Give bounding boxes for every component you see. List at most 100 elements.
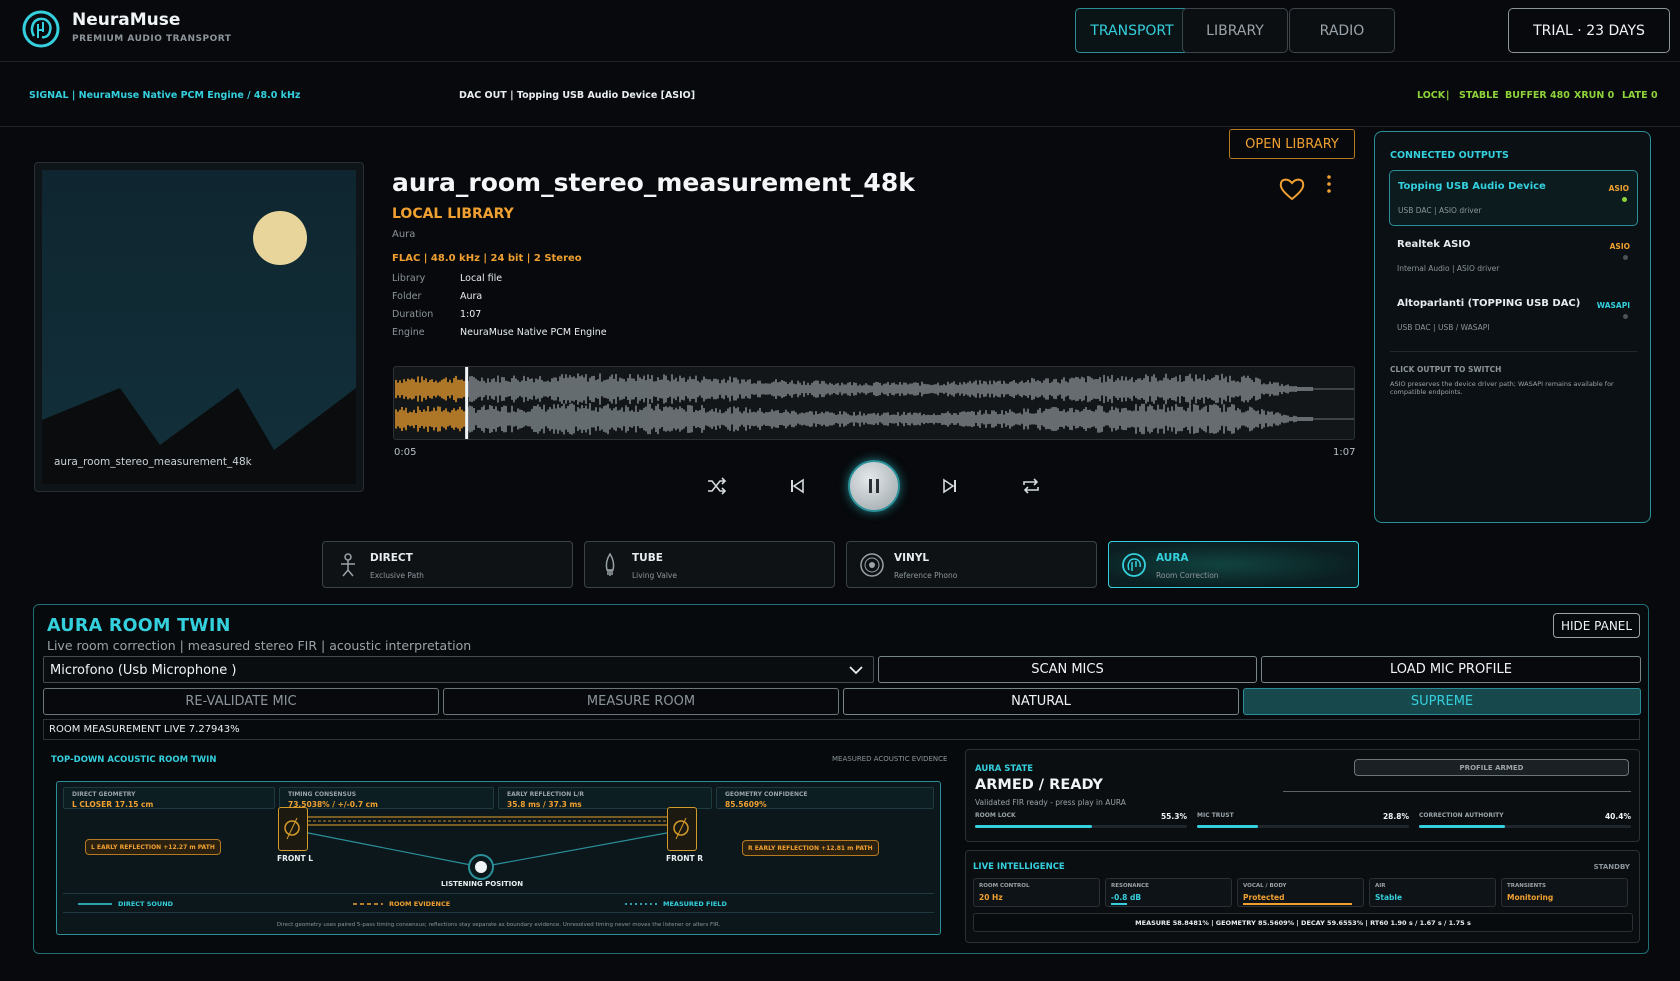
revalidate-mic-button[interactable]: RE-VALIDATE MIC [43,688,439,715]
mode-sub: Room Correction [1156,571,1219,580]
load-mic-profile-button[interactable]: LOAD MIC PROFILE [1261,656,1641,683]
air-cell: AIR Stable [1369,878,1496,907]
meta-key: Folder [392,291,422,302]
pause-icon [869,479,879,493]
scan-mics-button[interactable]: SCAN MICS [878,656,1257,683]
outputs-heading: CONNECTED OUTPUTS [1390,150,1509,161]
meta-key: Engine [392,327,425,338]
meter-fill [1197,825,1259,828]
room-twin-evidence-label: MEASURED ACOUSTIC EVIDENCE [832,755,948,763]
meter-label: ROOM LOCK [975,812,1016,819]
album-caption: aura_room_stereo_measurement_48k [54,456,252,468]
output-name: Realtek ASIO [1397,239,1471,250]
track-artist: Aura [392,229,416,240]
track-source: LOCAL LIBRARY [392,206,514,222]
mode-aura-button[interactable]: AURA Room Correction [1108,541,1359,588]
room-twin-heading: TOP-DOWN ACOUSTIC ROOM TWIN [51,755,217,765]
mode-tube-button[interactable]: TUBE Living Valve [584,541,835,588]
cell-value: Monitoring [1507,893,1554,902]
live-intelligence-heading: LIVE INTELLIGENCE [973,862,1065,872]
resonance-bar [1111,903,1127,905]
output-sub: USB DAC | ASIO driver [1398,206,1482,215]
output-item-altoparlanti[interactable]: Altoparlanti (TOPPING USB DAC) USB DAC |… [1389,288,1638,344]
aura-state-value: ARMED / READY [975,777,1103,793]
pause-button[interactable] [848,460,900,512]
measure-room-button[interactable]: MEASURE ROOM [443,688,839,715]
mode-sub: Living Valve [632,571,677,580]
mode-label: DIRECT [370,552,413,564]
mode-label: AURA [1156,552,1189,564]
open-library-button[interactable]: OPEN LIBRARY [1229,129,1355,159]
vocal-body-cell: VOCAL / BODY Protected [1237,878,1364,907]
outputs-divider [1390,351,1637,352]
output-item-realtek[interactable]: Realtek ASIO Internal Audio | ASIO drive… [1389,229,1638,285]
supreme-mode-button[interactable]: SUPREME [1243,688,1641,715]
state-divider [1283,791,1631,792]
legend-room-evidence: ROOM EVIDENCE [389,900,451,908]
cell-label: TRANSIENTS [1507,883,1546,889]
mode-sub: Exclusive Path [370,571,424,580]
track-title: aura_room_stereo_measurement_48k [392,168,915,197]
output-inactive-dot [1623,314,1628,319]
room-measurement-status: ROOM MEASUREMENT LIVE 7.27943% [43,719,1640,740]
connected-outputs-panel: CONNECTED OUTPUTS Topping USB Audio Devi… [1374,131,1651,523]
profile-armed-badge[interactable]: PROFILE ARMED [1354,759,1629,776]
mode-sub: Reference Phono [894,571,958,580]
favorite-heart-icon[interactable] [1278,176,1306,202]
meta-value: NeuraMuse Native PCM Engine [460,327,607,338]
brand-name: NeuraMuse [72,10,181,30]
mode-vinyl-button[interactable]: VINYL Reference Phono [846,541,1097,588]
next-track-button[interactable] [935,471,965,501]
meta-value: Local file [460,273,503,284]
cell-label: ROOM CONTROL [979,883,1030,889]
aura-panel-title: AURA ROOM TWIN [47,616,231,636]
status-xrun: XRUN 0 [1574,90,1615,101]
app-header: NeuraMuse PREMIUM AUDIO TRANSPORT TRANSP… [0,0,1680,62]
aura-panel-subtitle: Live room correction | measured stereo F… [47,638,472,653]
waveform-scrubber[interactable] [393,366,1355,440]
previous-track-button[interactable] [782,471,812,501]
room-control-cell: ROOM CONTROL 20 Hz [973,878,1100,907]
meter-label: MIC TRUST [1197,812,1234,819]
signal-bar: SIGNAL | NeuraMuse Native PCM Engine / 4… [0,62,1680,127]
mic-select[interactable]: Microfono (Usb Microphone ) [43,656,874,683]
mode-label: VINYL [894,552,930,564]
room-evidence-swatch [353,903,383,905]
shuffle-icon [708,477,727,495]
output-active-dot [1622,197,1627,202]
tab-library[interactable]: LIBRARY [1182,8,1288,53]
legend-direct-sound: DIRECT SOUND [118,900,174,908]
status-late: LATE 0 [1622,90,1658,101]
status-buffer: BUFFER 480 [1505,90,1570,101]
meta-key: Duration [392,309,434,320]
tab-transport[interactable]: TRANSPORT [1075,8,1189,53]
mode-label: TUBE [632,552,663,564]
cell-value: Stable [1375,893,1403,902]
output-driver-tag: WASAPI [1596,301,1630,310]
album-art-illustration [42,211,356,484]
output-item-topping[interactable]: Topping USB Audio Device USB DAC | ASIO … [1389,170,1638,226]
more-options-icon[interactable] [1322,172,1336,198]
output-sub: Internal Audio | ASIO driver [1397,264,1500,273]
output-driver-tag: ASIO [1608,184,1629,193]
live-intelligence-status: STANDBY [1593,863,1630,871]
speaker-front-left-icon [278,807,308,851]
shuffle-button[interactable] [702,471,732,501]
tab-radio[interactable]: RADIO [1289,8,1395,53]
trial-badge[interactable]: TRIAL · 23 DAYS [1508,8,1670,53]
room-twin-footnote: Direct geometry uses paired 5-pass timin… [276,922,721,928]
aura-state-panel: AURA STATE ARMED / READY Validated FIR r… [965,749,1640,842]
left-early-reflection-badge: L EARLY REFLECTION +12.27 m PATH [85,839,221,855]
skip-next-icon [943,478,956,494]
output-inactive-dot [1623,255,1628,260]
meter-value: 28.8% [1382,812,1409,821]
meta-value: Aura [460,291,483,302]
mode-direct-button[interactable]: DIRECT Exclusive Path [322,541,573,588]
status-separator: | [1446,90,1450,101]
output-name: Altoparlanti (TOPPING USB DAC) [1397,298,1581,309]
repeat-button[interactable] [1016,471,1046,501]
hide-panel-button[interactable]: HIDE PANEL [1553,613,1640,638]
track-format: FLAC | 48.0 kHz | 24 bit | 2 Stereo [392,253,582,264]
natural-mode-button[interactable]: NATURAL [843,688,1239,715]
skip-previous-icon [791,478,804,494]
